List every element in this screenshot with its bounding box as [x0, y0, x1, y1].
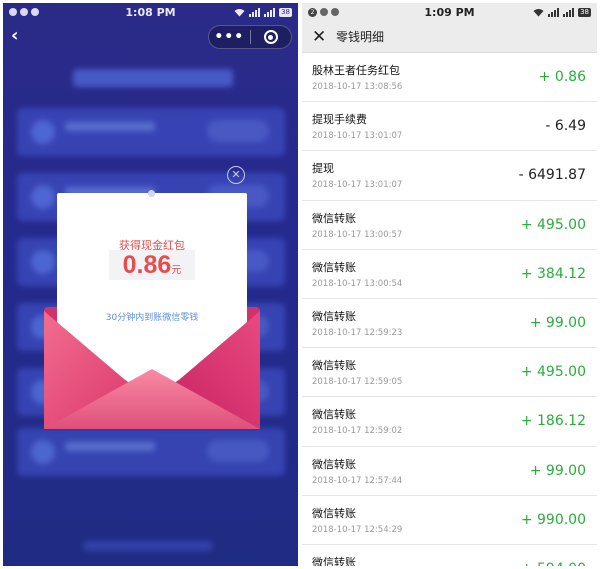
transaction-amount: + 990.00	[520, 511, 586, 528]
transaction-name: 微信转账	[312, 260, 356, 274]
transaction-time: 2018-10-17 12:57:44	[312, 475, 403, 486]
capsule-menu: •••	[208, 25, 292, 49]
mini-program-nav: ‹ •••	[3, 21, 298, 53]
transaction-row[interactable]: 微信转账 2018-10-17 12:54:29 + 990.00	[302, 496, 597, 545]
title-bar: ✕ 零钱明细	[302, 21, 597, 53]
transaction-amount: + 99.00	[529, 314, 586, 331]
transaction-name: 微信转账	[312, 309, 356, 323]
right-phone-screen: 2 1:09 PM 38 ✕ 零钱明细 股林王者任务红包 2018-10-17 1…	[302, 3, 597, 566]
transaction-name: 提现手续费	[312, 113, 367, 127]
blurred-task-card	[17, 428, 285, 476]
transaction-time: 2018-10-17 12:59:02	[312, 426, 403, 437]
transaction-amount: + 495.00	[520, 364, 586, 381]
transaction-name: 微信转账	[312, 506, 356, 520]
transaction-amount: + 99.00	[529, 462, 586, 479]
reward-amount: 0.86	[122, 251, 172, 279]
transaction-name: 微信转账	[312, 359, 356, 373]
transaction-time: 2018-10-17 13:01:07	[312, 131, 403, 142]
transaction-row[interactable]: 微信转账 2018-10-17 12:59:05 + 495.00	[302, 348, 597, 398]
transaction-time: 2018-10-17 13:08:56	[312, 82, 403, 92]
transaction-amount: + 495.00	[520, 216, 586, 233]
status-time: 1:08 PM	[125, 6, 176, 19]
close-icon[interactable]: ✕	[312, 27, 332, 47]
transaction-time: 2018-10-17 13:01:07	[312, 180, 403, 191]
close-program-button[interactable]	[250, 30, 291, 44]
red-envelope: 获得现金红包 0.86元 30分钟内到账微信零钱	[44, 189, 260, 429]
transaction-amount: - 6491.87	[518, 167, 586, 184]
transaction-row[interactable]: 提现 2018-10-17 13:01:07 - 6491.87	[302, 151, 597, 201]
transaction-row[interactable]: 微信转账 2018-10-17 13:00:57 + 495.00	[302, 201, 597, 250]
transaction-time: 2018-10-17 12:54:29	[312, 524, 403, 535]
transaction-row[interactable]: 股林王者任务红包 2018-10-17 13:08:56 + 0.86	[302, 53, 597, 103]
blurred-task-card	[17, 108, 285, 156]
transaction-amount: + 594.00	[521, 561, 586, 566]
reward-unit: 元	[171, 265, 182, 276]
status-bar: 2 1:09 PM 38	[302, 3, 597, 21]
left-phone-screen: 1:08 PM 38 ‹ ••• ✕ 获得现金红包 0.86元 30分钟内到账微…	[3, 3, 298, 566]
transaction-amount: + 186.12	[520, 413, 586, 430]
transaction-amount: + 0.86	[538, 69, 586, 85]
transaction-time: 2018-10-17 13:00:57	[312, 229, 403, 240]
letter-notch	[148, 190, 155, 197]
transaction-name: 微信转账	[312, 457, 356, 471]
status-time: 1:09 PM	[424, 6, 475, 19]
transaction-amount: - 6.49	[545, 118, 586, 135]
transaction-time: 2018-10-17 12:59:23	[312, 327, 403, 338]
transaction-list: 股林王者任务红包 2018-10-17 13:08:56 + 0.86 提现手续费 20…	[302, 53, 597, 566]
modal-close-button[interactable]: ✕	[227, 166, 245, 184]
envelope-front-icon	[44, 311, 260, 429]
back-chevron-icon[interactable]: ‹	[11, 25, 18, 46]
transaction-name: 股林王者任务红包	[312, 64, 400, 77]
transaction-row[interactable]: 微信转账 2018-10-17 12:57:44 + 99.00	[302, 447, 597, 496]
status-bar: 1:08 PM 38	[3, 3, 298, 21]
more-options-button[interactable]: •••	[209, 29, 250, 45]
transaction-row[interactable]: 微信转账 + 594.00	[302, 545, 597, 566]
transaction-row[interactable]: 微信转账 2018-10-17 12:59:02 + 186.12	[302, 397, 597, 447]
transaction-row[interactable]: 微信转账 2018-10-17 12:59:23 + 99.00	[302, 299, 597, 349]
reward-amount-box: 0.86元	[109, 250, 195, 280]
transaction-name: 微信转账	[312, 211, 356, 225]
transaction-row[interactable]: 提现手续费 2018-10-17 13:01:07 - 6.49	[302, 102, 597, 152]
transaction-row[interactable]: 微信转账 2018-10-17 13:00:54 + 384.12	[302, 250, 597, 299]
target-icon	[263, 30, 278, 44]
transaction-name: 提现	[312, 162, 334, 176]
transaction-name: 微信转账	[312, 555, 356, 566]
transaction-amount: + 384.12	[520, 265, 586, 282]
page-title: 零钱明细	[336, 30, 385, 44]
blurred-footer	[83, 541, 213, 551]
transaction-time: 2018-10-17 13:00:54	[312, 278, 403, 289]
transaction-name: 微信转账	[312, 408, 356, 422]
blurred-title	[73, 69, 233, 87]
transaction-time: 2018-10-17 12:59:05	[312, 377, 403, 388]
